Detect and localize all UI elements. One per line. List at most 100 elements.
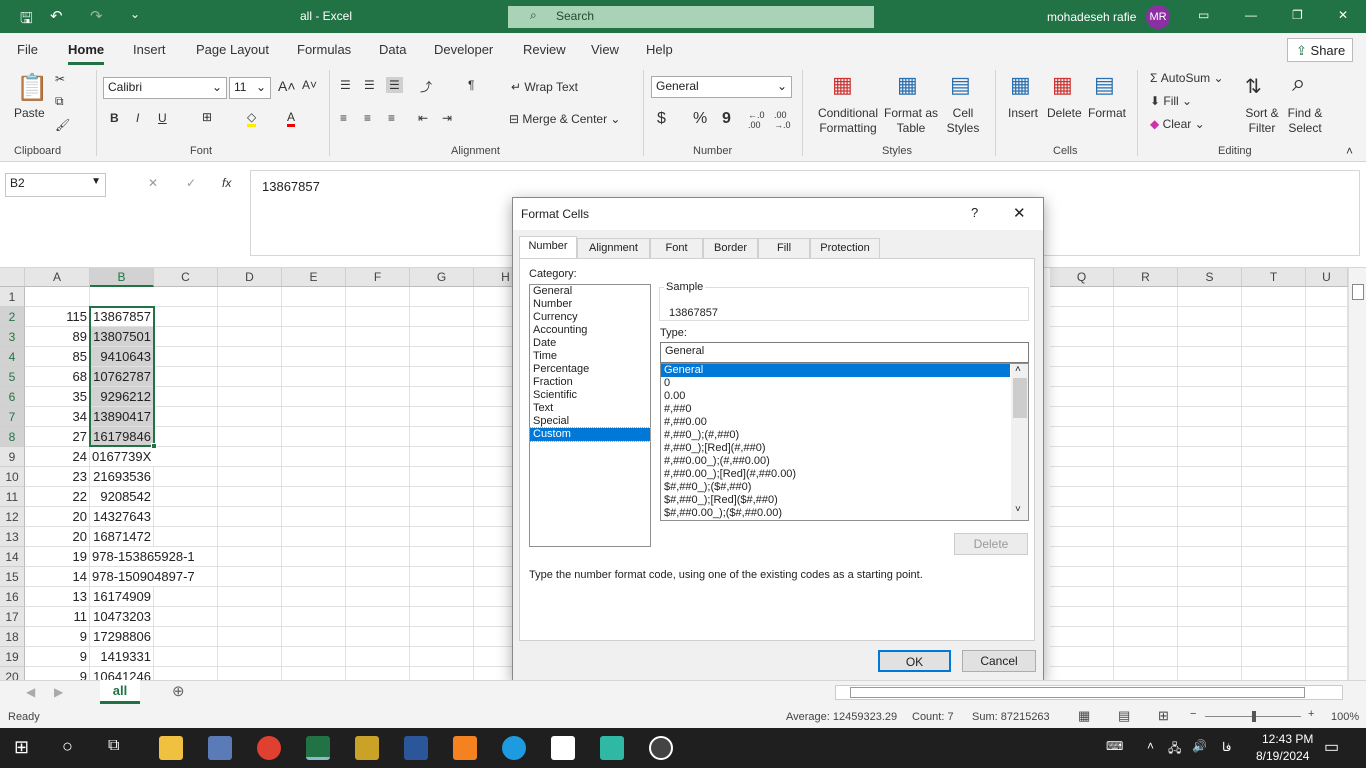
cell[interactable]	[410, 467, 474, 487]
column-header-f[interactable]: F	[346, 268, 410, 287]
control-panel-icon[interactable]	[208, 736, 232, 760]
cell[interactable]	[154, 287, 218, 307]
row-header[interactable]: 12	[0, 507, 25, 527]
cell[interactable]	[410, 507, 474, 527]
cell[interactable]	[154, 507, 218, 527]
cell[interactable]	[346, 447, 410, 467]
zoom-in-icon[interactable]: +	[1308, 708, 1314, 720]
excel-taskbar-icon[interactable]	[306, 736, 330, 760]
column-header-a[interactable]: A	[25, 268, 90, 287]
scroll-up-icon[interactable]: ˄	[1015, 364, 1021, 375]
cell[interactable]	[1050, 647, 1114, 667]
cell[interactable]	[410, 367, 474, 387]
cell[interactable]	[346, 347, 410, 367]
windows-start-icon[interactable]: ⊞	[14, 737, 29, 758]
conditional-formatting-icon[interactable]: ▦	[832, 72, 853, 98]
cell[interactable]	[410, 447, 474, 467]
tab-review[interactable]: Review	[523, 42, 566, 57]
cell[interactable]	[218, 287, 282, 307]
cell-a12[interactable]: 20	[25, 507, 90, 527]
scroll-down-icon[interactable]: ˅	[1015, 504, 1021, 515]
tab-border[interactable]: Border	[703, 238, 758, 258]
cell[interactable]	[1306, 567, 1348, 587]
cell-b12[interactable]: 14327643	[90, 507, 154, 527]
row-header[interactable]: 9	[0, 447, 25, 467]
cell[interactable]	[154, 367, 218, 387]
tab-insert[interactable]: Insert	[133, 42, 166, 57]
cell-a8[interactable]: 27	[25, 427, 90, 447]
decrease-font-icon[interactable]: A˅	[302, 78, 317, 92]
category-item[interactable]: Number	[530, 298, 650, 311]
merge-center-button[interactable]: ⊟ Merge & Center ⌄	[509, 112, 620, 126]
avatar[interactable]: MR	[1146, 5, 1170, 29]
cell[interactable]	[1178, 387, 1242, 407]
tab-view[interactable]: View	[591, 42, 619, 57]
tab-developer[interactable]: Developer	[434, 42, 493, 57]
cell[interactable]	[346, 427, 410, 447]
cell-b14[interactable]: 978-153865928-1	[90, 547, 195, 567]
cell-b9[interactable]: 0167739X	[90, 447, 154, 467]
cell[interactable]	[346, 407, 410, 427]
font-color-icon[interactable]: A	[287, 110, 296, 127]
category-item[interactable]: Percentage	[530, 363, 650, 376]
cell[interactable]	[154, 347, 218, 367]
confirm-entry-icon[interactable]: ✓	[186, 176, 196, 190]
rtl-icon[interactable]: ¶	[468, 78, 474, 92]
cell[interactable]	[154, 587, 218, 607]
cell[interactable]	[1050, 387, 1114, 407]
cell[interactable]	[1242, 507, 1306, 527]
cell[interactable]	[218, 507, 282, 527]
currency-button[interactable]: $	[657, 110, 666, 128]
cell[interactable]	[346, 527, 410, 547]
cell[interactable]	[154, 527, 218, 547]
language-indicator[interactable]: فا	[1222, 740, 1231, 754]
cell[interactable]	[346, 287, 410, 307]
category-item[interactable]: Accounting	[530, 324, 650, 337]
cell[interactable]	[154, 647, 218, 667]
app-b-icon[interactable]	[551, 736, 575, 760]
find-select-icon[interactable]: ⌕	[1292, 70, 1305, 98]
cell[interactable]	[1114, 567, 1178, 587]
cell[interactable]	[1050, 447, 1114, 467]
align-middle-icon[interactable]: ☰	[364, 78, 375, 92]
align-top-icon[interactable]: ☰	[340, 78, 351, 92]
next-sheet-icon[interactable]: ▶	[54, 685, 63, 699]
tray-chevron-icon[interactable]: ˄	[1147, 739, 1154, 753]
cell[interactable]	[218, 627, 282, 647]
cell[interactable]	[1114, 347, 1178, 367]
increase-decimal-icon[interactable]: ←.0.00	[748, 110, 765, 130]
row-header[interactable]: 7	[0, 407, 25, 427]
conditional-formatting-button[interactable]: Conditional Formatting	[813, 106, 883, 136]
cell[interactable]	[1306, 547, 1348, 567]
h-scroll-thumb[interactable]	[850, 687, 1305, 698]
clear-button[interactable]: ◆ Clear ⌄	[1150, 117, 1205, 131]
cell[interactable]	[1178, 287, 1242, 307]
format-table-icon[interactable]: ▦	[897, 72, 918, 98]
cell[interactable]	[346, 327, 410, 347]
cell[interactable]	[282, 567, 346, 587]
paste-button[interactable]: Paste	[14, 106, 45, 120]
category-list[interactable]: General Number Currency Accounting Date Time P…	[529, 284, 651, 547]
row-header[interactable]: 13	[0, 527, 25, 547]
cell[interactable]	[1050, 427, 1114, 447]
type-item[interactable]: $#,##0.00_);($#,##0.00)	[661, 507, 1028, 520]
cell-a15[interactable]: 14	[25, 567, 90, 587]
page-layout-view-icon[interactable]: ▤	[1118, 708, 1130, 724]
customize-toolbar-icon[interactable]: ⌄	[130, 7, 140, 21]
cell[interactable]	[1050, 527, 1114, 547]
sort-filter-icon[interactable]: ⇅	[1245, 74, 1262, 99]
cancel-entry-icon[interactable]: ✕	[148, 176, 158, 190]
cell[interactable]	[218, 487, 282, 507]
network-icon[interactable]: 🖧	[1168, 739, 1181, 760]
cell[interactable]	[410, 487, 474, 507]
number-format-select[interactable]: General ⌄	[651, 76, 792, 98]
cell-b18[interactable]: 17298806	[90, 627, 154, 647]
media-player-icon[interactable]	[649, 736, 673, 760]
cell[interactable]	[346, 487, 410, 507]
cell[interactable]	[218, 547, 282, 567]
row-header[interactable]: 8	[0, 427, 25, 447]
cell[interactable]	[346, 387, 410, 407]
delete-cells-icon[interactable]: ▦	[1052, 72, 1073, 98]
align-bottom-icon[interactable]: ☰	[386, 77, 403, 93]
cell[interactable]	[1178, 627, 1242, 647]
